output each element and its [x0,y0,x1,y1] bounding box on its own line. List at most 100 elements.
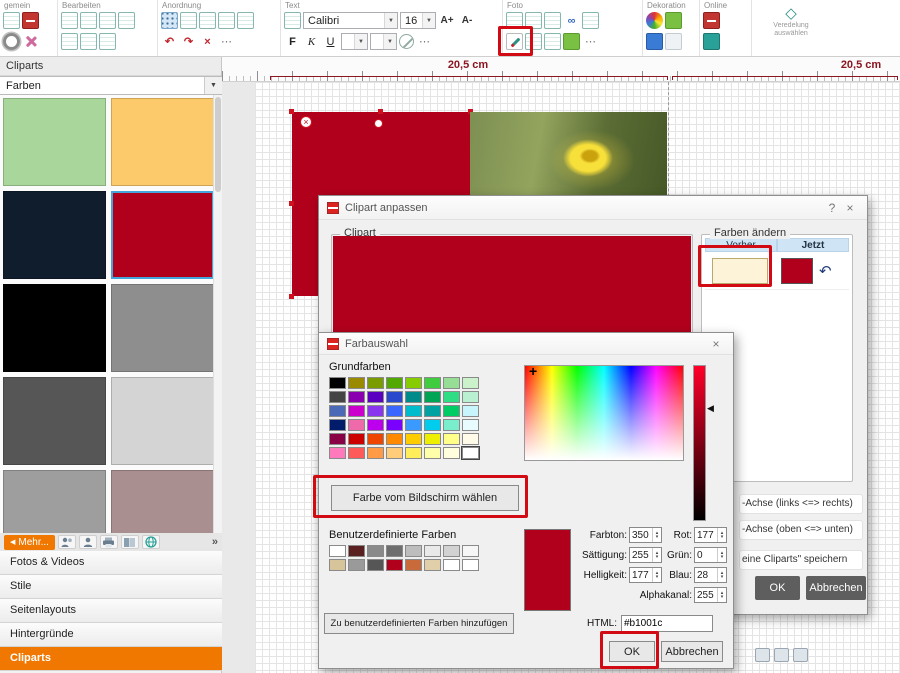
color-swatch[interactable] [329,391,346,403]
help-button[interactable]: ? [823,201,841,215]
color-swatch[interactable] [329,559,346,571]
color-swatch[interactable] [462,405,479,417]
resize-handle[interactable] [289,109,294,114]
color-swatch[interactable] [3,284,106,372]
resize-handle[interactable] [289,294,294,299]
bring-front-icon[interactable] [218,12,235,29]
page-icon[interactable] [793,648,808,662]
color-swatch[interactable] [367,447,384,459]
add-custom-color-button[interactable]: Zu benutzerdefinierten Farben hinzufügen [324,613,514,634]
before-color-swatch[interactable] [712,258,768,284]
color-swatch[interactable] [348,447,365,459]
no-text-style-icon[interactable] [399,34,414,49]
reset-color-icon[interactable]: ↶ [819,262,832,280]
resize-handle[interactable] [378,109,383,114]
sidebar-nav-fotos-videos[interactable]: Fotos & Videos [0,551,222,575]
color-swatch[interactable] [111,191,214,279]
grow-font-button[interactable]: A+ [438,15,456,26]
color-swatch[interactable] [424,559,441,571]
sidebar-nav-stile[interactable]: Stile [0,575,222,599]
crop-icon[interactable] [582,12,599,29]
group-objects-icon[interactable] [199,12,216,29]
list-style-select[interactable]: ▼ [341,33,368,50]
font-size-select[interactable]: 16 ▼ [400,12,436,29]
page-icon[interactable] [755,648,770,662]
color-swatch[interactable] [367,405,384,417]
color-swatch[interactable] [386,391,403,403]
dialog-titlebar[interactable]: Clipart anpassen ? × [319,196,867,220]
expand-panel-icon[interactable]: » [212,536,218,548]
toolbar-group-veredelung[interactable]: ◇ Veredelung auswählen [752,0,830,56]
page-icon[interactable] [774,648,789,662]
color-swatch[interactable] [3,377,106,465]
color-swatch[interactable] [424,391,441,403]
notebook-icon[interactable] [22,12,39,29]
font-family-select[interactable]: Calibri ▼ [303,12,398,29]
background-icon[interactable] [646,33,663,50]
color-swatch[interactable] [405,559,422,571]
send-back-icon[interactable] [237,12,254,29]
color-swatch[interactable] [462,419,479,431]
person-icon[interactable] [79,535,97,549]
color-swatch[interactable] [386,433,403,445]
clipart-icon[interactable] [665,12,682,29]
color-swatch[interactable] [462,447,479,459]
clipboard-icon[interactable] [80,33,97,50]
save-clipart-option[interactable]: eine Cliparts" speichern [739,550,863,570]
color-swatch[interactable] [348,433,365,445]
color-swatch[interactable] [111,284,214,372]
color-swatch[interactable] [386,447,403,459]
photo-icon[interactable] [506,12,523,29]
color-swatch[interactable] [405,419,422,431]
color-swatch[interactable] [367,559,384,571]
color-swatch[interactable] [386,419,403,431]
color-swatch[interactable] [348,419,365,431]
color-swatch[interactable] [424,377,441,389]
eraser-icon[interactable] [99,33,116,50]
share-people-icon[interactable] [58,535,76,549]
now-color-swatch[interactable] [781,258,813,284]
grid-toggle-icon[interactable] [161,12,178,29]
grid-off-icon[interactable]: × [199,33,216,50]
gear-icon[interactable] [3,33,20,50]
underline-button[interactable]: U [322,33,339,50]
brightness-spinner[interactable]: 177 ▴▾ [629,567,662,583]
color-swatch[interactable] [3,98,106,186]
photo-effects-icon[interactable] [525,33,542,50]
link-icon[interactable]: ∞ [563,12,580,29]
cut-icon[interactable] [22,33,39,50]
color-swatch[interactable] [3,470,106,533]
green-spinner[interactable]: 0 ▴▾ [694,547,727,563]
resize-handle[interactable] [289,201,294,206]
color-swatch[interactable] [424,405,441,417]
brightness-slider[interactable] [693,365,706,521]
swap-photo-icon[interactable] [525,12,542,29]
color-swatch[interactable] [443,391,460,403]
color-swatch[interactable] [462,377,479,389]
shrink-font-button[interactable]: A- [458,15,476,26]
duplicate-icon[interactable] [61,33,78,50]
sidebar-nav-seitenlayouts[interactable]: Seitenlayouts [0,599,222,623]
paste-icon[interactable] [99,12,116,29]
more-button[interactable]: ◀ Mehr... [4,535,55,550]
clipart-ok-button[interactable]: OK [755,576,800,600]
redo-icon[interactable]: ↷ [180,33,197,50]
slider-arrow-icon[interactable]: ◀ [707,403,714,414]
color-swatch[interactable] [386,559,403,571]
color-swatch[interactable] [111,377,214,465]
color-swatch[interactable] [329,433,346,445]
color-swatch[interactable] [3,191,106,279]
delete-icon[interactable] [118,12,135,29]
pick-screen-color-button[interactable]: Farbe vom Bildschirm wählen [331,485,519,511]
category-dropdown[interactable]: Farben ▼ [0,76,222,95]
color-swatch[interactable] [348,391,365,403]
saturation-spinner[interactable]: 255 ▴▾ [629,547,662,563]
more-arrangement-icon[interactable]: ⋯ [218,33,235,50]
sidebar-nav-hintergr-nde[interactable]: Hintergründe [0,623,222,647]
text-frame-icon[interactable] [284,12,301,29]
color-swatch[interactable] [424,433,441,445]
hue-spinner[interactable]: 350 ▴▾ [629,527,662,543]
color-swatch[interactable] [405,447,422,459]
color-swatch[interactable] [443,559,460,571]
sidebar-nav-cliparts[interactable]: Cliparts [0,647,222,671]
